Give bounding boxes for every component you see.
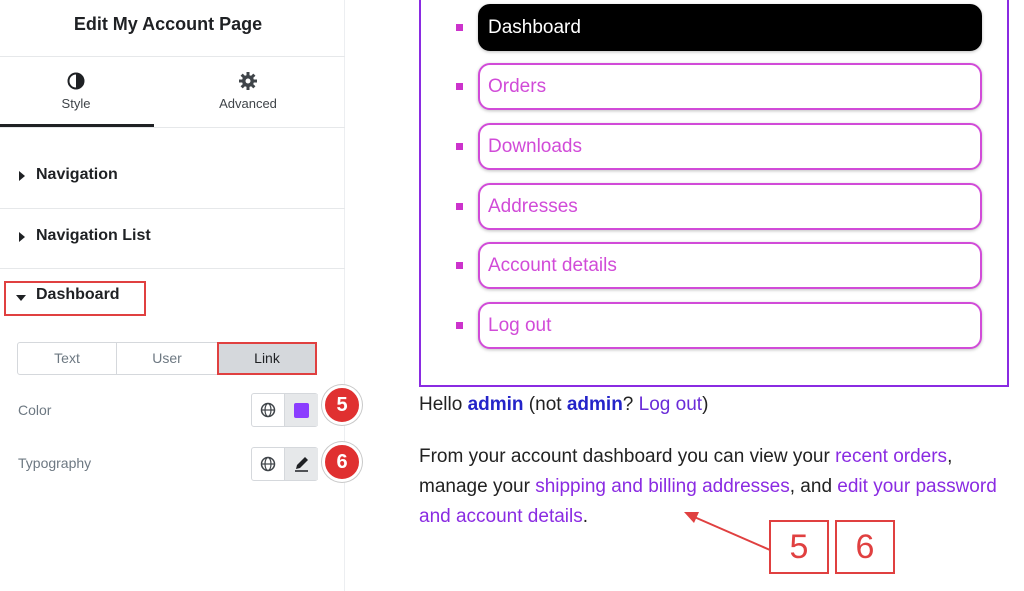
callout-step-5: 5: [769, 520, 829, 574]
screen: Edit My Account Page Style Advanced Navi…: [0, 0, 1024, 591]
callout-step-6: 6: [835, 520, 895, 574]
annotation-arrow: [684, 512, 771, 551]
